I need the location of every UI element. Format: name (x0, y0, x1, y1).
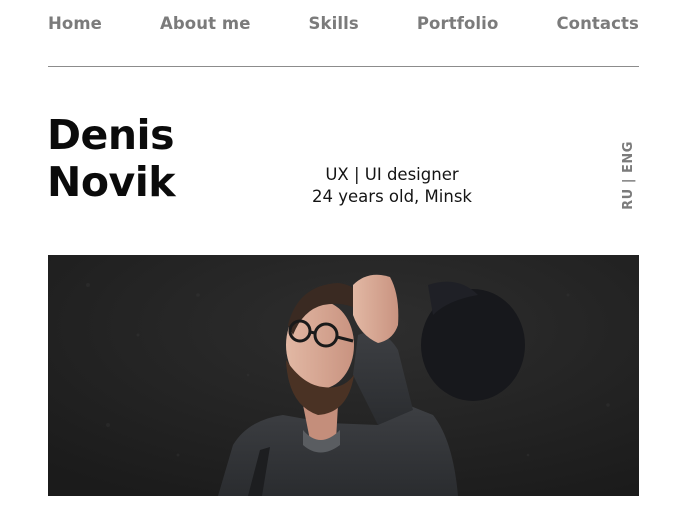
last-name: Novik (47, 158, 176, 206)
person-name: Denis Novik (47, 111, 176, 206)
nav-about-link[interactable]: About me (160, 14, 250, 33)
nav-home-link[interactable]: Home (48, 14, 102, 33)
nav-contacts-link[interactable]: Contacts (556, 14, 639, 33)
portrait-photo (48, 255, 639, 496)
role-text: UX | UI designer (325, 165, 459, 184)
main-nav: Home About me Skills Portfolio Contacts (48, 10, 639, 36)
age-location-text: 24 years old, Minsk (312, 187, 472, 206)
nav-skills-link[interactable]: Skills (309, 14, 359, 33)
nav-divider (48, 66, 639, 67)
language-switch[interactable]: RU | ENG (617, 140, 639, 210)
portrait-illustration (48, 255, 639, 496)
nav-portfolio-link[interactable]: Portfolio (417, 14, 499, 33)
first-name: Denis (47, 111, 175, 159)
page: Home About me Skills Portfolio Contacts … (0, 0, 683, 520)
language-switch-label[interactable]: RU | ENG (621, 141, 636, 210)
person-info: UX | UI designer 24 years old, Minsk (292, 164, 492, 208)
